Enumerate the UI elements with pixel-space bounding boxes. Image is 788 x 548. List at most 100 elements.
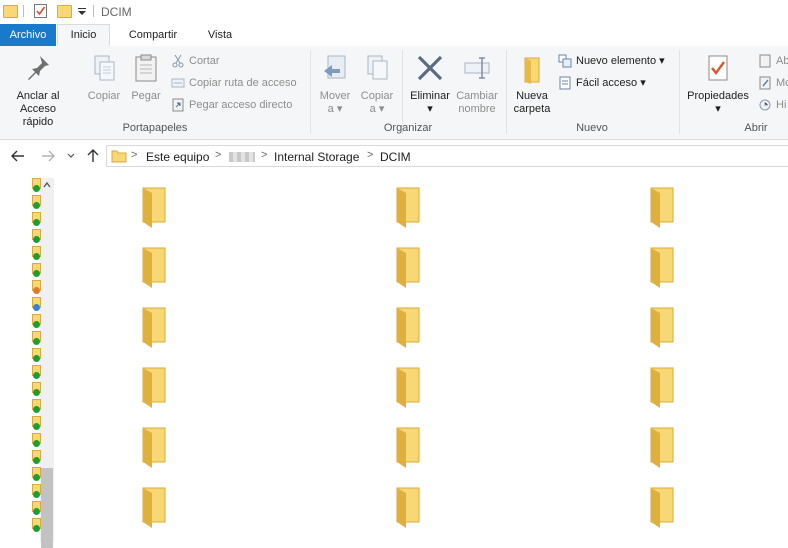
scroll-up-icon[interactable]	[42, 180, 52, 190]
breadcrumb-dcim[interactable]: DCIM	[380, 150, 411, 164]
folder-item[interactable]	[643, 424, 683, 468]
sync-status-icon	[33, 355, 40, 362]
delete-dropdown[interactable]: ▾	[406, 103, 454, 116]
folder-icon	[650, 187, 674, 228]
breadcrumb-chevron[interactable]: >	[131, 149, 137, 161]
breadcrumb-chevron[interactable]: >	[367, 149, 373, 161]
nav-tree-item[interactable]	[32, 195, 42, 211]
folder-icon	[142, 367, 166, 408]
modify-label: Mo	[776, 77, 788, 89]
properties-check-icon[interactable]	[34, 4, 47, 18]
nav-pane-scrollbar[interactable]	[40, 178, 54, 548]
cut-label: Cortar	[189, 55, 220, 67]
folder-icon	[142, 187, 166, 228]
copy-to-label-line2: a ▾	[369, 103, 385, 115]
copy-icon	[94, 55, 115, 81]
new-item-label: Nuevo elemento ▾	[576, 55, 665, 67]
move-to-label-line2: a ▾	[327, 103, 343, 115]
folder-item[interactable]	[135, 364, 175, 408]
folder-icon	[396, 247, 420, 288]
folder-icon	[396, 367, 420, 408]
sync-status-icon	[33, 372, 40, 379]
nav-tree-item[interactable]	[32, 365, 42, 381]
folder-item[interactable]	[643, 244, 683, 288]
folder-icon	[396, 487, 420, 528]
nav-tree-item[interactable]	[32, 399, 42, 415]
up-arrow-icon[interactable]	[85, 148, 101, 164]
folder-item[interactable]	[389, 364, 429, 408]
nav-tree-item[interactable]	[32, 280, 42, 296]
scrollbar-thumb[interactable]	[41, 468, 53, 548]
copy-button[interactable]: Copiar	[84, 52, 124, 103]
nav-tree-item[interactable]	[32, 433, 42, 449]
new-item-icon	[558, 54, 572, 68]
group-label-abrir: Abrir	[744, 122, 768, 134]
nav-tree-item[interactable]	[32, 518, 42, 534]
folder-item[interactable]	[643, 184, 683, 228]
folder-icon	[396, 187, 420, 228]
move-to-button[interactable]: Mover a ▾	[316, 52, 354, 116]
sync-status-icon	[33, 406, 40, 413]
folder-item[interactable]	[135, 484, 175, 528]
folder-item[interactable]	[389, 424, 429, 468]
open-icon	[759, 54, 771, 68]
pin-quick-access-button[interactable]: Anclar al Acceso rápido	[6, 52, 70, 129]
nav-tree-item[interactable]	[32, 484, 42, 500]
nav-tree-item[interactable]	[32, 450, 42, 466]
nav-tree-item[interactable]	[32, 382, 42, 398]
copy-to-button[interactable]: Copiar a ▾	[358, 52, 396, 116]
breadcrumb-este-equipo[interactable]: Este equipo	[146, 150, 209, 164]
tab-archivo[interactable]: Archivo	[0, 24, 56, 46]
nav-tree-item[interactable]	[32, 467, 42, 483]
folder-item[interactable]	[643, 484, 683, 528]
recent-locations-chevron-icon[interactable]	[66, 151, 76, 161]
breadcrumb-chevron[interactable]: >	[215, 149, 221, 161]
new-folder-button[interactable]: Nueva carpeta	[510, 52, 554, 116]
group-separator	[506, 50, 507, 134]
properties-button[interactable]: Propiedades ▾	[684, 52, 752, 116]
nav-tree-item[interactable]	[32, 501, 42, 517]
nav-tree-item[interactable]	[32, 246, 42, 262]
breadcrumb-chevron[interactable]: >	[261, 149, 267, 161]
group-separator	[310, 50, 311, 134]
delete-button[interactable]: Eliminar ▾	[406, 52, 454, 116]
folder-item[interactable]	[643, 364, 683, 408]
nav-tree-item[interactable]	[32, 314, 42, 330]
sync-status-icon	[33, 253, 40, 260]
rename-button[interactable]: Cambiar nombre	[454, 52, 500, 116]
folder-item[interactable]	[135, 304, 175, 348]
folder-item[interactable]	[389, 304, 429, 348]
tab-inicio[interactable]: Inicio	[57, 24, 110, 46]
easy-access-label: Fácil acceso ▾	[576, 77, 646, 89]
properties-dropdown[interactable]: ▾	[684, 103, 752, 116]
folder-item[interactable]	[389, 484, 429, 528]
folder-item[interactable]	[389, 184, 429, 228]
nav-tree-item[interactable]	[32, 416, 42, 432]
nav-tree-item[interactable]	[32, 178, 42, 194]
nav-tree-item[interactable]	[32, 212, 42, 228]
new-folder-icon[interactable]	[57, 5, 72, 18]
folder-item[interactable]	[389, 244, 429, 288]
folder-item[interactable]	[135, 424, 175, 468]
paste-icon	[135, 54, 157, 82]
folder-item[interactable]	[135, 244, 175, 288]
sync-status-icon	[33, 338, 40, 345]
folder-item[interactable]	[135, 184, 175, 228]
nav-tree-item[interactable]	[32, 297, 42, 313]
back-arrow-icon[interactable]	[10, 148, 26, 164]
tab-vista[interactable]: Vista	[194, 24, 246, 46]
paste-label: Pegar	[131, 90, 161, 102]
move-to-label-line1: Mover	[319, 90, 351, 102]
folder-item[interactable]	[643, 304, 683, 348]
breadcrumb-device-blurred[interactable]	[229, 152, 255, 162]
customize-dropdown-icon[interactable]	[77, 6, 87, 16]
nav-tree-item[interactable]	[32, 348, 42, 364]
nav-tree-item[interactable]	[32, 229, 42, 245]
forward-arrow-icon[interactable]	[40, 148, 56, 164]
tab-compartir[interactable]: Compartir	[116, 24, 190, 46]
address-bar[interactable]: > Este equipo > > Internal Storage > DCI…	[106, 145, 788, 167]
breadcrumb-internal-storage[interactable]: Internal Storage	[274, 150, 359, 164]
paste-button[interactable]: Pegar	[128, 52, 164, 103]
nav-tree-item[interactable]	[32, 331, 42, 347]
nav-tree-item[interactable]	[32, 263, 42, 279]
